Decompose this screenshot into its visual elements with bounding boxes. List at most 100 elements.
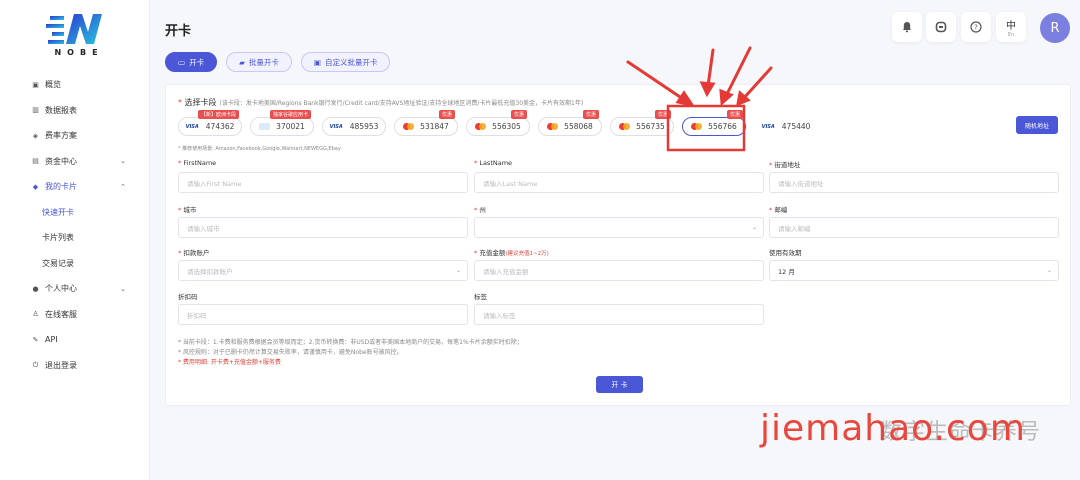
sidebar-item-rates[interactable]: ◈ 费率方案	[0, 123, 150, 149]
submit-open-card-button[interactable]: 开 卡	[596, 376, 643, 393]
bin-badge: 优惠	[726, 110, 743, 119]
notification-button[interactable]	[892, 12, 922, 42]
note-line: * 费用明细: 开卡费+充值金额+服务费	[178, 359, 281, 366]
svg-text:?: ?	[974, 24, 978, 32]
sidebar-item-label: API	[45, 335, 58, 345]
sidebar-item-my-cards[interactable]: ◆ 我的卡片 ⌃	[0, 174, 150, 200]
discount-input[interactable]: 折扣码	[178, 304, 468, 325]
bin-number: 556735	[636, 122, 665, 131]
sidebar-item-profile[interactable]: ● 个人中心 ⌄	[0, 276, 150, 302]
bin-option-556735[interactable]: 556735 优惠	[610, 110, 674, 136]
sidebar-item-transactions[interactable]: 交易记录	[0, 251, 150, 277]
debit-account-label: * 扣款账户	[178, 249, 210, 257]
validity-label: 使用有效期	[769, 247, 802, 257]
sidebar-item-funds[interactable]: ▤ 资金中心 ⌄	[0, 149, 150, 175]
diamond-icon: ◈	[32, 131, 39, 140]
bin-badge: 【新】欧洲卡段	[197, 110, 239, 119]
user-icon: ●	[32, 284, 39, 293]
bin-number: 474362	[205, 122, 235, 131]
city-input[interactable]: 请输入城市	[178, 217, 468, 238]
validity-select[interactable]: 12 月 ⌄	[769, 260, 1059, 281]
amount-label: * 充值金额(建议充值1~2万)	[474, 249, 549, 257]
chevron-down-icon: ⌄	[120, 284, 126, 293]
support-icon: ♙	[32, 310, 39, 319]
chart-icon: ▥	[32, 106, 39, 115]
bin-option-531847[interactable]: 531847 优惠	[394, 110, 458, 136]
sidebar-item-support[interactable]: ♙ 在线客服	[0, 302, 150, 328]
open-card-form: * 选择卡段 (该卡段：发卡地美国/Regions Bank银行发行/Credit…	[165, 84, 1071, 406]
lastname-label: * LastName	[474, 159, 513, 167]
label-text: 州	[479, 206, 486, 214]
label-text: 城市	[183, 206, 197, 214]
bin-badge: 独家谷歌应用卡	[269, 110, 311, 119]
bin-selector: VISA 474362 【新】欧洲卡段 370021 独家谷歌应用卡 VISA 4859…	[178, 110, 858, 137]
sidebar-item-logout[interactable]: ⏻ 退出登录	[0, 353, 150, 379]
language-switch[interactable]: 中 En	[996, 12, 1026, 42]
bin-number: 370021	[276, 122, 305, 131]
sidebar-item-card-list[interactable]: 卡片列表	[0, 225, 150, 251]
state-label: * 州	[474, 206, 486, 214]
select-value: 12 月	[778, 267, 795, 276]
random-address-button[interactable]: 随机地址	[1016, 116, 1058, 134]
bin-number: 558068	[564, 122, 593, 131]
street-input[interactable]: 请输入街道地址	[769, 172, 1059, 193]
segment-title: * 选择卡段 (该卡段：发卡地美国/Regions Bank银行发行/Credit…	[178, 98, 584, 107]
bin-option-475440[interactable]: VISA 475440	[754, 117, 818, 136]
tag-input[interactable]: 请输入标签	[474, 304, 764, 325]
sidebar-item-label: 交易记录	[42, 258, 74, 268]
sidebar-item-label: 卡片列表	[42, 233, 74, 243]
avatar[interactable]: R	[1040, 13, 1070, 43]
amex-icon	[259, 123, 271, 130]
bin-number: 556305	[492, 122, 521, 131]
bin-badge: 优惠	[582, 110, 599, 119]
tab-batch-open[interactable]: ▰ 批量开卡	[226, 52, 292, 72]
usage-scenarios: * 推荐使用场景: Amazon,Facebook,Google,Walmart…	[178, 146, 341, 152]
bin-option-485953[interactable]: VISA 485953	[322, 117, 386, 136]
zip-input[interactable]: 请输入邮编	[769, 217, 1059, 238]
api-icon: ✎	[32, 335, 39, 344]
message-button[interactable]	[926, 12, 956, 42]
sidebar-item-quick-open[interactable]: 快速开卡	[0, 200, 150, 226]
sidebar-item-label: 快速开卡	[42, 207, 74, 217]
language-sub: En	[1007, 31, 1015, 38]
sidebar-item-reports[interactable]: ▥ 数据报表	[0, 98, 150, 124]
state-select[interactable]: ⌄	[474, 217, 764, 238]
label-text: 折扣码	[178, 293, 198, 301]
wallet-icon: ▤	[32, 157, 39, 166]
label-text: FirstName	[183, 159, 217, 167]
nobe-logo[interactable]: NOBE	[44, 12, 114, 62]
bin-option-556766[interactable]: 556766 优惠	[682, 110, 746, 136]
bin-badge: 优惠	[438, 110, 455, 119]
lastname-input[interactable]: 请输入Last Name	[474, 172, 764, 193]
visa-icon: VISA	[185, 123, 199, 130]
debit-account-select[interactable]: 请选择扣款账户 ⌄	[178, 260, 468, 281]
sidebar-item-api[interactable]: ✎ API	[0, 327, 150, 353]
label-text: 使用有效期	[769, 249, 802, 257]
sidebar-item-label: 在线客服	[45, 309, 77, 319]
watermark: jiemahao.com	[760, 408, 1026, 449]
power-icon: ⏻	[32, 360, 39, 369]
tab-open-card[interactable]: ▭ 开卡	[165, 52, 218, 72]
help-button[interactable]: ?	[961, 12, 991, 42]
chevron-down-icon: ⌄	[751, 224, 757, 231]
tab-label: 批量开卡	[248, 57, 279, 67]
language-main: 中	[1006, 20, 1016, 32]
sidebar-item-label: 数据报表	[45, 105, 77, 115]
firstname-input[interactable]: 请输入First Name	[178, 172, 468, 193]
card-icon: ▭	[178, 57, 186, 67]
wallet-icon: ▣	[313, 57, 321, 67]
discount-label: 折扣码	[178, 291, 198, 301]
bin-option-370021[interactable]: 370021 独家谷歌应用卡	[250, 110, 314, 136]
bin-option-474362[interactable]: VISA 474362 【新】欧洲卡段	[178, 110, 242, 136]
chevron-up-icon: ⌃	[120, 182, 126, 191]
bin-badge: 优惠	[510, 110, 527, 119]
amount-input[interactable]: 请输入充值金额	[474, 260, 764, 281]
bin-number: 556766	[708, 122, 737, 131]
visa-icon: VISA	[761, 123, 775, 130]
tab-custom-batch-open[interactable]: ▣ 自定义批量开卡	[300, 52, 391, 72]
tag-label: 标签	[474, 291, 487, 301]
bin-option-558068[interactable]: 558068 优惠	[538, 110, 602, 136]
sidebar-item-overview[interactable]: ▣ 概览	[0, 72, 150, 98]
bin-option-556305[interactable]: 556305 优惠	[466, 110, 530, 136]
zip-label: * 邮编	[769, 206, 788, 214]
